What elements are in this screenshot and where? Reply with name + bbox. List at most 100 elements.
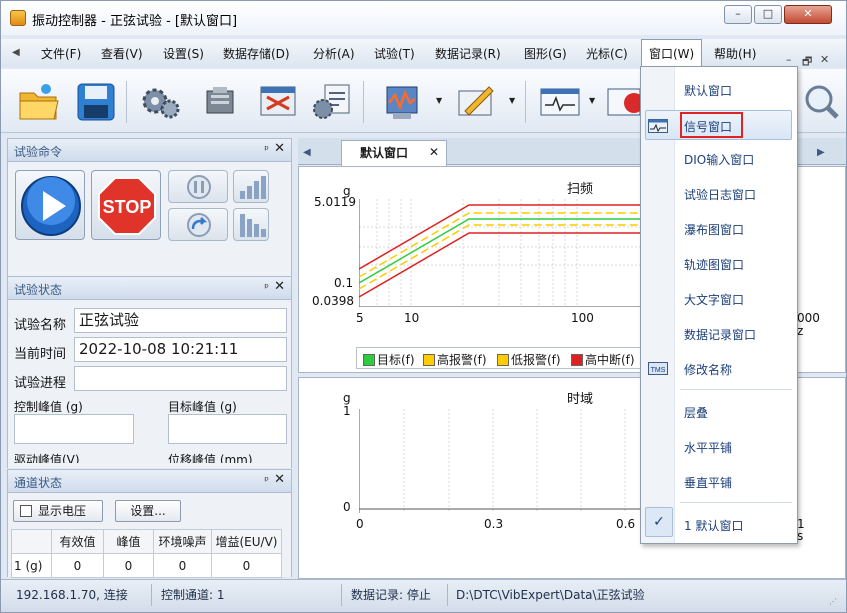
- test-config-icon[interactable]: [255, 79, 301, 125]
- test-command-title: 试验命令: [14, 145, 63, 159]
- disp-peak-label: 位移峰值 (mm): [168, 453, 253, 463]
- show-voltage-checkbox[interactable]: [20, 505, 32, 517]
- time-xtick: 0.6: [616, 517, 636, 531]
- sweep-ytick: 0.0398: [312, 294, 354, 308]
- menu-cursor[interactable]: 光标(C): [586, 45, 628, 62]
- waveform-window-icon[interactable]: [537, 79, 583, 125]
- start-button[interactable]: [15, 170, 85, 240]
- current-time-label: 当前时间: [14, 347, 67, 362]
- mdi-close-icon[interactable]: ✕: [820, 53, 829, 66]
- menu-item-data-record-window[interactable]: 数据记录窗口: [684, 326, 756, 343]
- level-down-button[interactable]: [233, 208, 269, 241]
- mdi-minimize-icon[interactable]: –: [786, 53, 792, 66]
- tab-scroll-right-icon[interactable]: ▶: [817, 147, 825, 158]
- toolbar-separator: [525, 81, 526, 123]
- menu-file[interactable]: 文件(F): [41, 45, 81, 62]
- rename-icon: TMS: [648, 360, 668, 379]
- menu-back-icon[interactable]: ◀: [12, 47, 20, 58]
- dropdown-arrow-icon[interactable]: ▼: [509, 96, 515, 105]
- dropdown-arrow-icon[interactable]: ▼: [436, 96, 442, 105]
- tab-label: 默认窗口: [360, 146, 409, 160]
- pause-button[interactable]: [168, 170, 228, 203]
- pin-icon[interactable]: ᵖ: [264, 474, 269, 487]
- menu-item-dio-input-window[interactable]: DIO输入窗口: [684, 151, 754, 168]
- close-icon[interactable]: ✕: [274, 472, 285, 487]
- menu-data-record[interactable]: 数据记录(R): [435, 45, 501, 62]
- legend-item[interactable]: 低报警(f): [497, 351, 561, 368]
- tab-close-icon[interactable]: ✕: [429, 145, 439, 159]
- legend-swatch: [423, 354, 435, 366]
- legend-item[interactable]: 高报警(f): [423, 351, 487, 368]
- save-disk-icon[interactable]: [73, 79, 119, 125]
- close-icon[interactable]: ✕: [274, 141, 285, 156]
- menu-graph[interactable]: 图形(G): [524, 45, 567, 62]
- time-y-unit: g: [343, 391, 351, 405]
- table-row[interactable]: 1 (g) 0 0 0 0: [11, 553, 282, 578]
- sweep-plot-area: [359, 199, 643, 307]
- menu-item-waterfall-window[interactable]: 瀑布图窗口: [684, 221, 744, 238]
- legend-item[interactable]: 高中断(f): [571, 351, 635, 368]
- menu-analysis[interactable]: 分析(A): [313, 45, 355, 62]
- menu-help[interactable]: 帮助(H): [714, 45, 756, 62]
- menu-item-trajectory-window[interactable]: 轨迹图窗口: [684, 256, 744, 273]
- menu-window[interactable]: 窗口(W): [641, 39, 703, 67]
- test-command-panel-header: 试验命令 ᵖ ✕: [7, 138, 292, 162]
- maximize-button[interactable]: □: [754, 5, 782, 24]
- edit-profile-icon[interactable]: [453, 79, 499, 125]
- close-button[interactable]: ✕: [784, 5, 832, 24]
- open-folder-icon[interactable]: [16, 79, 62, 125]
- legend-swatch: [571, 354, 583, 366]
- resume-button[interactable]: [168, 208, 228, 241]
- menu-item-default-window[interactable]: 默认窗口: [684, 82, 732, 99]
- legend-label: 高报警(f): [437, 353, 487, 367]
- minimize-button[interactable]: –: [724, 5, 752, 24]
- report-icon[interactable]: [309, 79, 355, 125]
- menu-item-open-window-1[interactable]: 1 默认窗口: [684, 517, 743, 534]
- tab-scroll-left-icon[interactable]: ◀: [303, 147, 311, 158]
- menu-settings[interactable]: 设置(S): [163, 45, 204, 62]
- cell-rms: 0: [51, 553, 104, 578]
- drive-peak-label: 驱动峰值(V): [14, 453, 80, 463]
- menu-test[interactable]: 试验(T): [374, 45, 415, 62]
- menu-data-storage[interactable]: 数据存储(D): [223, 45, 290, 62]
- stop-sign-icon: STOP: [98, 177, 156, 235]
- menu-item-tile-horizontal[interactable]: 水平平铺: [684, 439, 732, 456]
- legend-label: 低报警(f): [511, 353, 561, 367]
- target-peak-field: [168, 414, 287, 444]
- menu-item-test-log-window[interactable]: 试验日志窗口: [684, 186, 756, 203]
- menu-item-rename[interactable]: 修改名称: [684, 361, 732, 378]
- pause-icon: [187, 175, 211, 199]
- close-icon[interactable]: ✕: [274, 279, 285, 294]
- menu-item-signal-window[interactable]: 信号窗口: [684, 118, 732, 135]
- stop-button[interactable]: STOP: [91, 170, 161, 240]
- settings-gears-icon[interactable]: [137, 79, 183, 125]
- menu-view[interactable]: 查看(V): [101, 45, 143, 62]
- time-xtick: 0: [356, 517, 364, 531]
- connection-status: 192.168.1.70, 连接: [16, 588, 128, 602]
- control-channel-status: 控制通道: 1: [161, 588, 225, 602]
- time-ytick: 0: [343, 500, 351, 514]
- level-up-button[interactable]: [233, 170, 269, 203]
- pin-icon[interactable]: ᵖ: [264, 143, 269, 156]
- stop-record-icon[interactable]: [604, 79, 644, 125]
- zoom-icon[interactable]: [799, 79, 843, 125]
- control-peak-field: [14, 414, 134, 444]
- shaker-icon[interactable]: [197, 79, 243, 125]
- channel-settings-button[interactable]: 设置...: [115, 500, 181, 522]
- dropdown-arrow-icon[interactable]: ▼: [589, 96, 595, 105]
- show-voltage-label: 显示电压: [38, 504, 87, 518]
- resize-grip-icon[interactable]: ⋰: [829, 597, 837, 606]
- sweep-chart-title: 扫频: [567, 182, 594, 197]
- pin-icon[interactable]: ᵖ: [264, 281, 269, 294]
- show-voltage-toggle[interactable]: 显示电压: [13, 500, 103, 522]
- legend-label: 高中断(f): [585, 353, 635, 367]
- menu-item-cascade[interactable]: 层叠: [684, 404, 708, 421]
- menu-item-tile-vertical[interactable]: 垂直平铺: [684, 474, 732, 491]
- menu-item-big-text-window[interactable]: 大文字窗口: [684, 291, 744, 308]
- signal-window-icon: [648, 119, 668, 136]
- signal-analyzer-icon[interactable]: [379, 79, 425, 125]
- test-status-panel-header: 试验状态 ᵖ ✕: [7, 276, 292, 300]
- sweep-xtick: 100: [571, 311, 594, 325]
- legend-item[interactable]: 目标(f): [363, 351, 415, 368]
- test-name-field: 正弦试验: [74, 308, 287, 333]
